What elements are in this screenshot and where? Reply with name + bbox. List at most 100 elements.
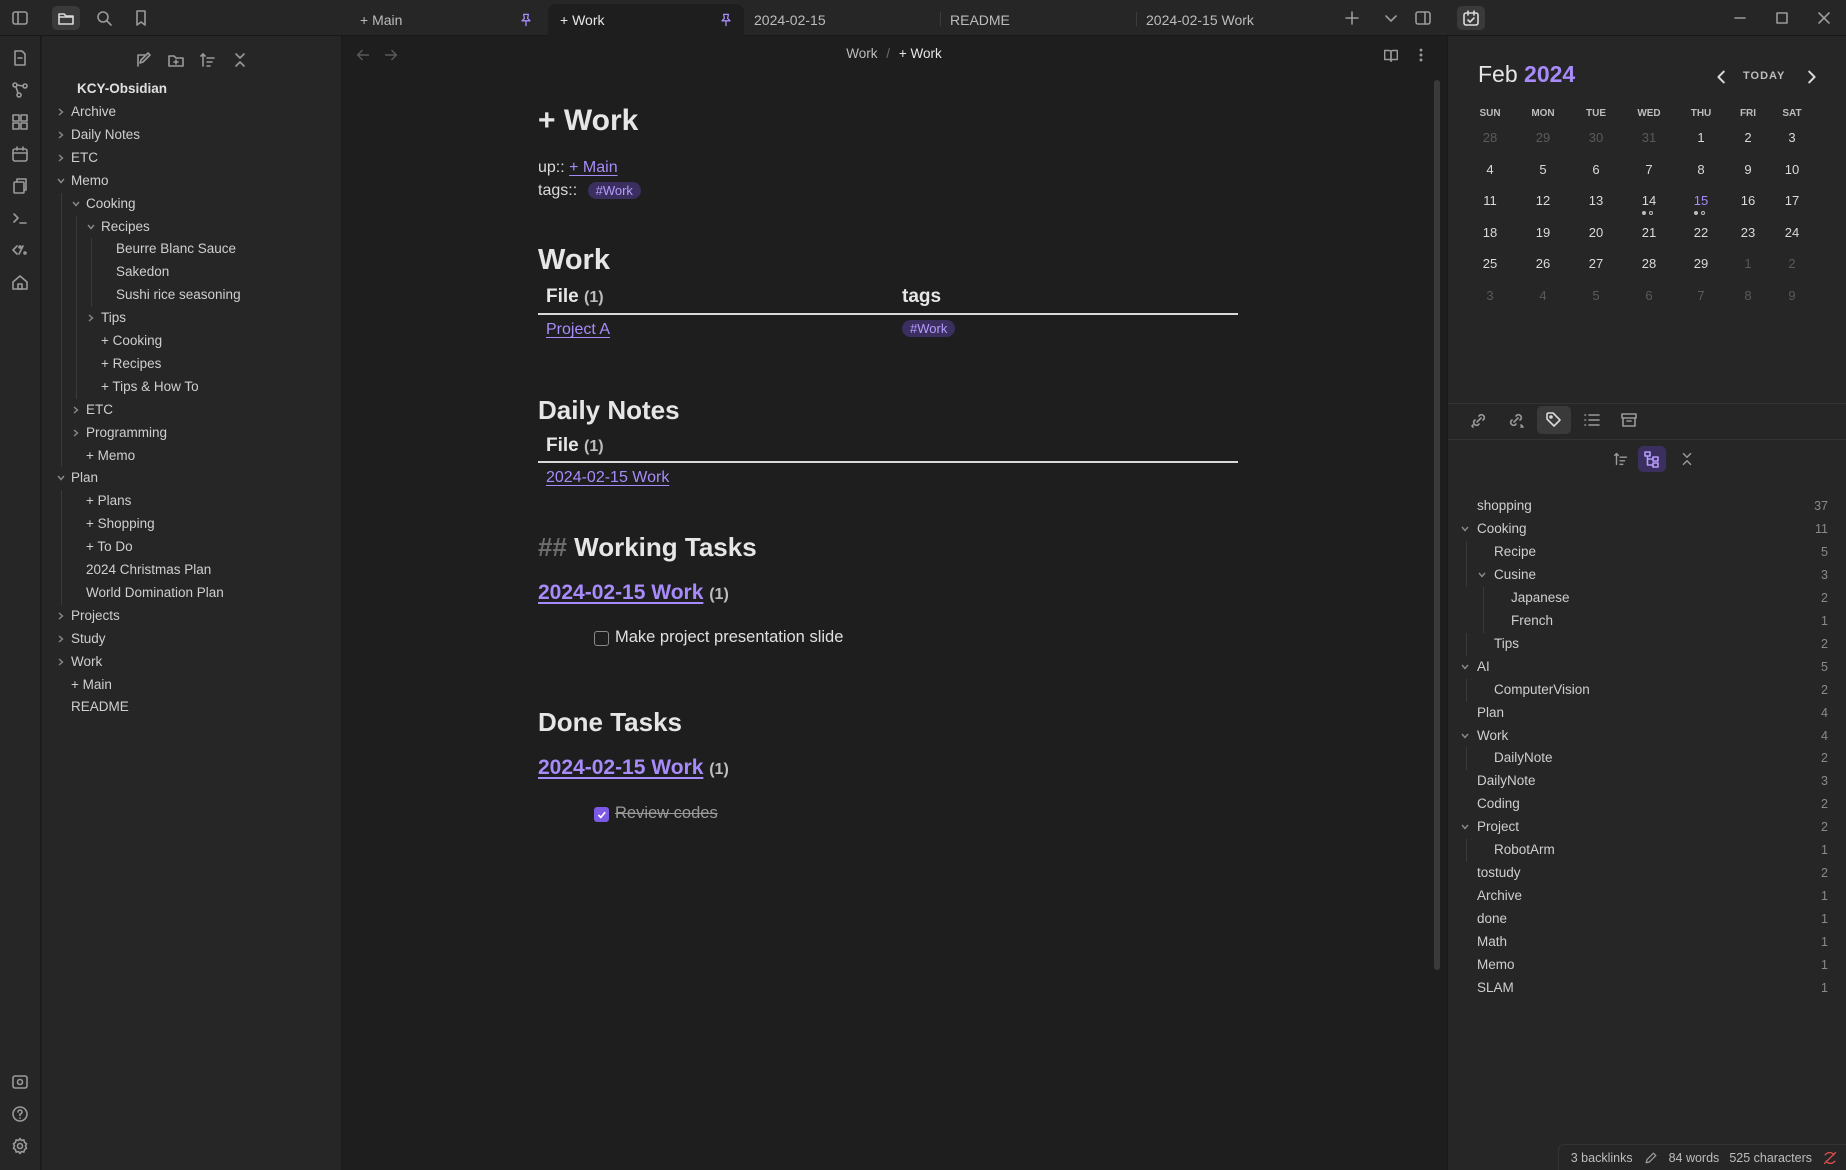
tab-list-button[interactable] [1377, 6, 1405, 30]
pin-icon[interactable] [518, 12, 534, 28]
more-options-icon[interactable] [1412, 46, 1430, 64]
done-group-link[interactable]: 2024-02-15 Work [538, 756, 703, 779]
tag-item[interactable]: Japanese [1511, 587, 1570, 609]
backlinks-icon[interactable] [1469, 410, 1489, 430]
calendar-day[interactable]: 31 [1629, 130, 1669, 145]
calendar-day[interactable]: 1 [1728, 256, 1768, 271]
tag-item[interactable]: French [1511, 610, 1553, 632]
folder-item[interactable]: Cooking [86, 193, 136, 215]
editor-scrollbar[interactable] [1434, 80, 1440, 970]
file-item[interactable]: Sakedon [116, 261, 169, 283]
chevron-right-icon[interactable] [71, 405, 81, 415]
maximize-button[interactable] [1768, 6, 1796, 30]
chevron-right-icon[interactable] [56, 657, 66, 667]
file-item[interactable]: Beurre Blanc Sauce [116, 238, 236, 260]
tab-main[interactable]: + Main [348, 4, 544, 36]
sync-disabled-icon[interactable] [1822, 1150, 1838, 1166]
minimize-button[interactable] [1726, 6, 1754, 30]
calendar-day[interactable]: 2 [1728, 130, 1768, 145]
new-tab-button[interactable] [1338, 6, 1366, 30]
sort-icon[interactable] [198, 48, 218, 72]
tag-pill[interactable]: #Work [587, 182, 641, 199]
tags-view-button[interactable] [1537, 406, 1571, 434]
calendar-day[interactable]: 30 [1576, 130, 1616, 145]
chevron-down-icon[interactable] [56, 473, 66, 483]
chevron-down-icon[interactable] [1477, 570, 1487, 580]
settings-gear-icon[interactable] [10, 1136, 30, 1156]
calendar-day[interactable]: 23 [1728, 225, 1768, 240]
editing-mode-pencil-icon[interactable] [1643, 1150, 1659, 1166]
vault-switcher-icon[interactable] [10, 1072, 30, 1092]
close-button[interactable] [1810, 6, 1838, 30]
calendar-day[interactable]: 5 [1523, 162, 1563, 177]
today-button[interactable]: TODAY [1743, 70, 1785, 82]
tag-item[interactable]: Work [1477, 725, 1508, 747]
calendar-day[interactable]: 29 [1523, 130, 1563, 145]
tag-item[interactable]: Cooking [1477, 518, 1527, 540]
chevron-down-icon[interactable] [1460, 822, 1470, 832]
file-item[interactable]: + Memo [86, 445, 135, 467]
calendar-day[interactable]: 2 [1772, 256, 1812, 271]
outgoing-links-icon[interactable] [1506, 410, 1526, 430]
calendar-day[interactable]: 4 [1470, 162, 1510, 177]
folder-item[interactable]: Daily Notes [71, 124, 140, 146]
calendar-day[interactable]: 6 [1576, 162, 1616, 177]
calendar-day[interactable]: 7 [1681, 288, 1721, 303]
calendar-day[interactable]: 25 [1470, 256, 1510, 271]
tag-item[interactable]: SLAM [1477, 977, 1514, 999]
folder-item[interactable]: Recipes [101, 216, 150, 238]
calendar-day[interactable]: 7 [1629, 162, 1669, 177]
tag-item[interactable]: Math [1477, 931, 1507, 953]
calendar-day[interactable]: 9 [1772, 288, 1812, 303]
file-item[interactable]: 2024 Christmas Plan [86, 559, 211, 581]
search-button[interactable] [90, 6, 118, 30]
up-link[interactable]: + Main [569, 159, 617, 176]
files-view-button[interactable] [52, 6, 80, 30]
calendar-day[interactable]: 1 [1681, 130, 1721, 145]
templater-icon[interactable] [10, 240, 30, 260]
chevron-down-icon[interactable] [1460, 524, 1470, 534]
tag-item[interactable]: Archive [1477, 885, 1522, 907]
calendar-day[interactable]: 9 [1728, 162, 1768, 177]
project-a-link[interactable]: Project A [546, 321, 610, 338]
calendar-day[interactable]: 18 [1470, 225, 1510, 240]
tag-hierarchy-toggle[interactable] [1638, 446, 1666, 472]
calendar-day[interactable]: 4 [1523, 288, 1563, 303]
new-folder-icon[interactable] [166, 48, 186, 72]
calendar-day[interactable]: 27 [1576, 256, 1616, 271]
calendar-day[interactable]: 3 [1470, 288, 1510, 303]
folder-item[interactable]: ETC [86, 399, 113, 421]
daily-note-link[interactable]: 2024-02-15 Work [546, 469, 669, 486]
tag-item[interactable]: tostudy [1477, 862, 1521, 884]
calendar-day[interactable]: 29 [1681, 256, 1721, 271]
file-item[interactable]: + Shopping [86, 513, 155, 535]
chevron-down-icon[interactable] [1460, 731, 1470, 741]
outline-list-icon[interactable] [1582, 410, 1602, 430]
folder-item[interactable]: Study [71, 628, 106, 650]
breadcrumb-current[interactable]: + Work [899, 46, 942, 61]
file-item[interactable]: + Main [71, 674, 112, 696]
tag-item[interactable]: Coding [1477, 793, 1520, 815]
bookmarks-button[interactable] [127, 6, 155, 30]
file-item[interactable]: + To Do [86, 536, 133, 558]
tab-work[interactable]: + Work [548, 4, 744, 36]
file-item[interactable]: + Tips & How To [101, 376, 199, 398]
calendar-day[interactable]: 28 [1470, 130, 1510, 145]
calendar-day[interactable]: 20 [1576, 225, 1616, 240]
calendar-day[interactable]: 3 [1772, 130, 1812, 145]
chevron-right-icon[interactable] [56, 611, 66, 621]
tag-item[interactable]: RobotArm [1494, 839, 1555, 861]
file-item[interactable]: + Cooking [101, 330, 162, 352]
calendar-day[interactable]: 11 [1470, 193, 1510, 208]
calendar-day[interactable]: 21 [1629, 225, 1669, 240]
toggle-right-sidebar-button[interactable] [1409, 6, 1437, 30]
calendar-day[interactable]: 10 [1772, 162, 1812, 177]
chevron-right-icon[interactable] [56, 153, 66, 163]
calendar-day[interactable]: 26 [1523, 256, 1563, 271]
task-checkbox[interactable] [594, 631, 609, 646]
calendar-day-today[interactable]: 15 [1681, 193, 1721, 215]
tag-item[interactable]: Memo [1477, 954, 1515, 976]
canvas-icon[interactable] [10, 112, 30, 132]
calendar-day[interactable]: 12 [1523, 193, 1563, 208]
folder-item[interactable]: Programming [86, 422, 167, 444]
